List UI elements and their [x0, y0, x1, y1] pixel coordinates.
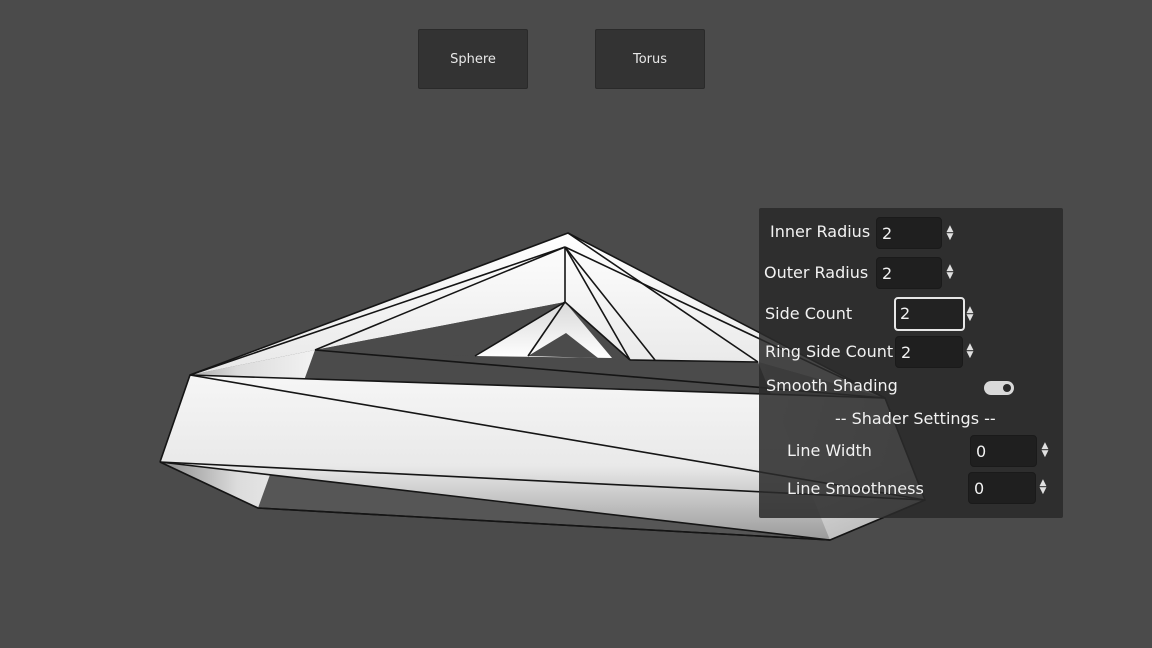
- ring-side-count-label: Ring Side Count: [765, 342, 894, 361]
- torus-button[interactable]: Torus: [595, 29, 705, 89]
- ring-side-count-stepper-icon[interactable]: ▲ ▼: [965, 343, 975, 360]
- line-width-input[interactable]: 0: [970, 435, 1037, 467]
- ring-side-count-input[interactable]: 2: [895, 336, 963, 368]
- line-smoothness-label: Line Smoothness: [787, 479, 924, 498]
- side-count-stepper-icon[interactable]: ▲ ▼: [965, 306, 975, 323]
- outer-radius-stepper-icon[interactable]: ▲ ▼: [945, 264, 955, 281]
- inner-radius-label: Inner Radius: [770, 222, 871, 241]
- sphere-button[interactable]: Sphere: [418, 29, 528, 89]
- side-count-label: Side Count: [765, 304, 853, 323]
- inner-radius-input[interactable]: 2: [876, 217, 942, 249]
- smooth-shading-toggle[interactable]: [984, 381, 1014, 395]
- torus-settings-panel: Inner Radius 2 ▲ ▼ Outer Radius 2 ▲ ▼ Side…: [759, 208, 1063, 518]
- toggle-knob: [1003, 384, 1011, 392]
- outer-radius-label: Outer Radius: [764, 263, 869, 282]
- line-width-label: Line Width: [787, 441, 872, 460]
- shader-settings-heading: -- Shader Settings --: [835, 409, 996, 428]
- outer-radius-input[interactable]: 2: [876, 257, 942, 289]
- line-width-stepper-icon[interactable]: ▲ ▼: [1040, 442, 1050, 459]
- smooth-shading-label: Smooth Shading: [766, 376, 898, 395]
- line-smoothness-stepper-icon[interactable]: ▲ ▼: [1038, 479, 1048, 496]
- line-smoothness-input[interactable]: 0: [968, 472, 1036, 504]
- inner-radius-stepper-icon[interactable]: ▲ ▼: [945, 225, 955, 242]
- side-count-input[interactable]: 2: [894, 297, 965, 331]
